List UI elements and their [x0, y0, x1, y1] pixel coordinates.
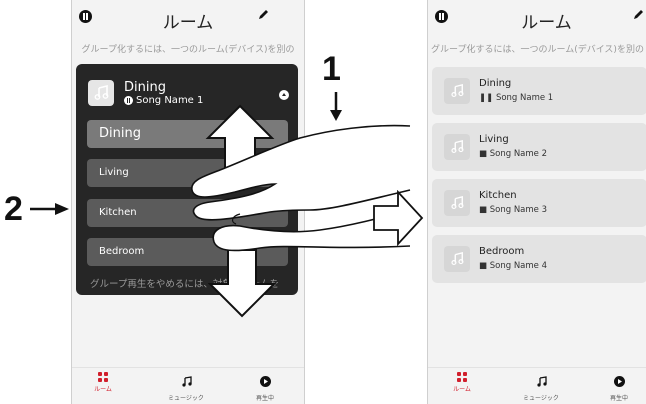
- stop-icon[interactable]: ■: [479, 205, 490, 215]
- group-song: Song Name 1: [124, 95, 203, 106]
- pause-icon[interactable]: ❚❚: [479, 93, 496, 103]
- page-title: ルーム: [521, 13, 572, 33]
- top-bar: ルーム: [72, 0, 304, 34]
- group-song-name: Song Name 1: [136, 95, 204, 106]
- nav-rooms-label: ルーム: [453, 386, 471, 393]
- next-step-arrow-icon: [373, 190, 424, 246]
- grouping-hint: グループ化するには、一つのルーム(デバイス)を別の: [81, 45, 295, 55]
- step-2-arrow-icon: [30, 203, 69, 215]
- stop-icon[interactable]: ■: [479, 261, 490, 271]
- collapse-icon[interactable]: [279, 90, 289, 100]
- rooms-grid-icon: [457, 372, 467, 382]
- rooms-grid-icon: [98, 372, 108, 382]
- step-1-label: 1: [322, 50, 341, 88]
- nav-now-playing[interactable]: 再生中: [240, 372, 290, 402]
- music-note-icon: [536, 376, 547, 387]
- grouping-hint: グループ化するには、一つのルーム(デバイス)を別の: [431, 45, 644, 55]
- room-name: Living: [479, 134, 509, 145]
- nav-music[interactable]: ミュージック: [161, 372, 211, 402]
- album-art-icon: [444, 78, 470, 104]
- room-card-kitchen[interactable]: Kitchen ■ Song Name 3: [432, 179, 646, 227]
- room-name: Dining: [479, 78, 512, 89]
- room-card-dining[interactable]: Dining ❚❚ Song Name 1: [432, 67, 646, 115]
- album-art-icon: [88, 80, 114, 106]
- room-name: Bedroom: [479, 246, 525, 257]
- room-card-living[interactable]: Living ■ Song Name 2: [432, 123, 646, 171]
- nav-now-playing-label: 再生中: [255, 395, 274, 402]
- step-1-arrow-icon: [330, 92, 342, 121]
- room-song: ■ Song Name 3: [479, 205, 548, 215]
- top-bar: ルーム: [428, 0, 646, 34]
- album-art-icon: [444, 134, 470, 160]
- group-room-name: Dining: [124, 80, 166, 95]
- room-card-bedroom[interactable]: Bedroom ■ Song Name 4: [432, 235, 646, 283]
- edit-icon[interactable]: [257, 9, 269, 21]
- album-art-icon: [444, 190, 470, 216]
- nav-music[interactable]: ミュージック: [516, 372, 566, 402]
- music-note-icon: [181, 376, 192, 387]
- room-song: ❚❚ Song Name 1: [479, 93, 554, 103]
- room-name: Kitchen: [479, 190, 517, 201]
- page-title: ルーム: [162, 13, 214, 33]
- pause-icon[interactable]: [124, 96, 133, 105]
- nav-rooms-label: ルーム: [94, 386, 112, 393]
- now-playing-icon: [259, 376, 271, 387]
- bottom-nav: ルーム ミュージック 再生中: [72, 367, 304, 404]
- nav-rooms[interactable]: ルーム: [78, 372, 128, 393]
- edit-icon[interactable]: [632, 9, 644, 21]
- bottom-nav: ルーム ミュージック 再生中: [428, 367, 646, 404]
- room-song: ■ Song Name 4: [479, 261, 548, 271]
- nav-music-label: ミュージック: [168, 395, 204, 402]
- phone-screen-right: ルーム グループ化するには、一つのルーム(デバイス)を別の Dining ❚❚ …: [427, 0, 646, 404]
- nav-rooms[interactable]: ルーム: [437, 372, 487, 393]
- room-song: ■ Song Name 2: [479, 149, 548, 159]
- album-art-icon: [444, 246, 470, 272]
- step-2-label: 2: [4, 190, 23, 228]
- nav-now-playing[interactable]: 再生中: [594, 372, 644, 402]
- nav-music-label: ミュージック: [523, 395, 559, 402]
- nav-now-playing-label: 再生中: [609, 395, 628, 402]
- stop-icon[interactable]: ■: [479, 149, 490, 159]
- now-playing-icon: [613, 376, 625, 387]
